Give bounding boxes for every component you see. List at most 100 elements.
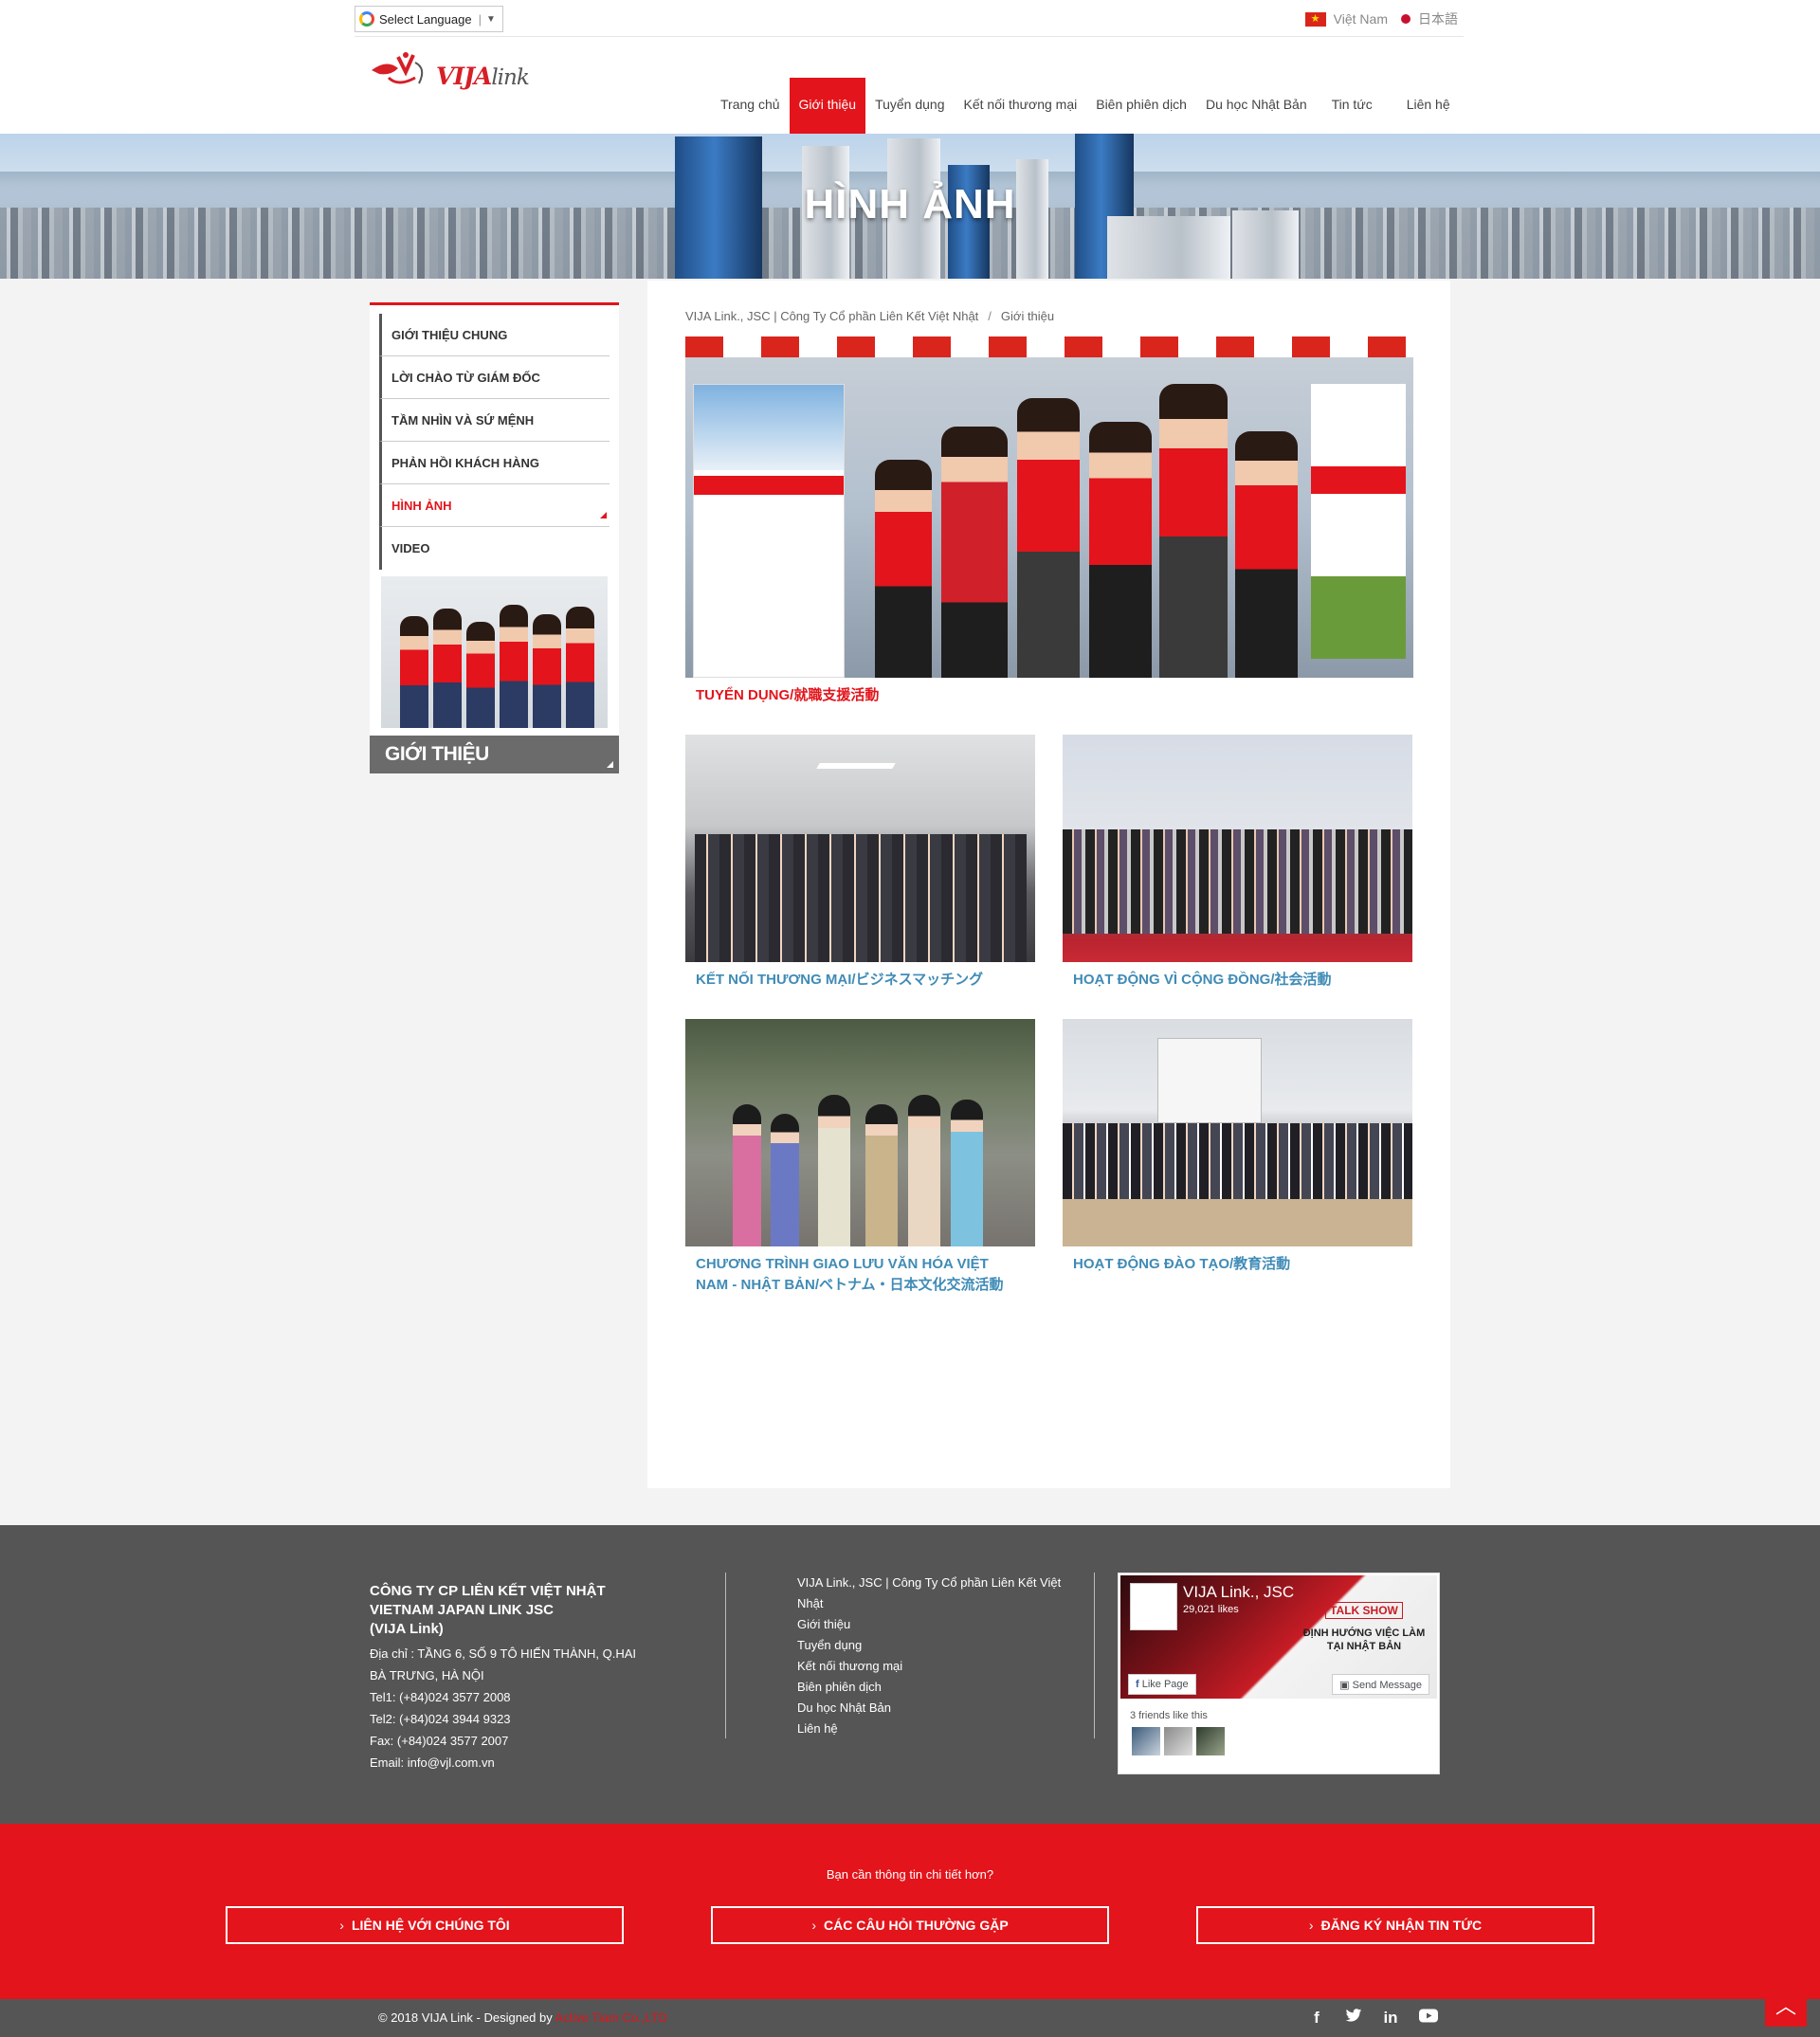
nav-item-news[interactable]: Tin tức [1322,78,1397,134]
sidebar-item-video[interactable]: VIDEO [379,527,610,570]
logo-brand: VIJA [436,63,492,90]
sidebar-item-images[interactable]: HÌNH ẢNH [379,484,610,527]
gallery-photo[interactable] [685,735,1035,962]
footer-link-trade[interactable]: Kết nối thương mại [797,1656,1082,1677]
nav-item-study-japan[interactable]: Du học Nhật Bản [1196,78,1322,134]
cta-question: Bạn cần thông tin chi tiết hơn? [826,1867,994,1882]
gallery-caption[interactable]: KẾT NỐI THƯƠNG MẠI/ビジネスマッチング [685,962,1035,991]
gallery-card[interactable]: KẾT NỐI THƯƠNG MẠI/ビジネスマッチング [685,735,1035,991]
cta-button-label: LIÊN HỆ VỚI CHÚNG TÔI [351,1918,510,1933]
sidebar-item-general-intro[interactable]: GIỚI THIỆU CHUNG [379,314,610,356]
page-title: HÌNH ẢNH [804,181,1016,227]
gallery-caption[interactable]: HOẠT ĐỘNG ĐÀO TẠO/教育活動 [1063,1246,1412,1275]
facebook-icon[interactable]: f [1308,2009,1325,2028]
friend-avatar[interactable] [1164,1727,1192,1755]
japan-flag-icon[interactable] [1401,14,1410,24]
footer-link-translation[interactable]: Biên phiên dịch [797,1677,1082,1698]
gallery-caption[interactable]: HOẠT ĐỘNG VÌ CỘNG ĐỒNG/社会活動 [1063,962,1412,991]
footer-link-recruitment[interactable]: Tuyển dụng [797,1635,1082,1656]
message-icon: ▣ [1339,1680,1353,1691]
footer-address: Địa chỉ : TẦNG 6, SỐ 9 TÔ HIẾN THÀNH, Q.… [370,1646,637,1682]
sidebar-item-customer-feedback[interactable]: PHẢN HỒI KHÁCH HÀNG [379,442,610,484]
chevron-up-icon: ︿ [1774,1994,1796,2018]
site-header: Select Language | ▼ Việt Nam 日本語 VIJAlin… [0,0,1820,134]
gallery-photo[interactable] [1063,1019,1412,1246]
region-switcher: Việt Nam 日本語 [1304,9,1458,28]
gallery-caption[interactable]: TUYỂN DỤNG/就職支援活動 [685,678,1413,706]
newsletter-button[interactable]: › ĐĂNG KÝ NHẬN TIN TỨC [1196,1906,1594,1944]
footer-company-short: (VIJA Link) [370,1621,444,1637]
sidebar: GIỚI THIỆU CHUNG LỜI CHÀO TỪ GIÁM ĐỐC TẦ… [370,302,619,773]
chevron-right-icon: › [1308,1918,1314,1933]
faq-button[interactable]: › CÁC CÂU HỎI THƯỜNG GẶP [711,1906,1109,1944]
dropdown-arrow-icon: ▼ [485,13,496,25]
footer-fax: Fax: (+84)024 3577 2007 [370,1734,509,1748]
youtube-icon[interactable] [1419,2009,1438,2028]
facebook-like-button[interactable]: f Like Page [1128,1674,1196,1695]
footer-divider [1094,1573,1095,1738]
gallery-card[interactable]: TUYỂN DỤNG/就職支援活動 [685,336,1413,706]
footer-tel2: Tel2: (+84)024 3944 9323 [370,1712,511,1726]
footer-links: VIJA Link., JSC | Công Ty Cổ phần Liên K… [797,1573,1082,1739]
footer-contact: CÔNG TY CP LIÊN KẾT VIỆT NHẬT VIETNAM JA… [370,1582,654,1773]
footer-link-about[interactable]: Giới thiệu [797,1614,1082,1635]
language-select[interactable]: Select Language | ▼ [355,6,503,32]
facebook-likes: 29,021 likes [1183,1604,1239,1615]
footer-link-study-japan[interactable]: Du học Nhật Bản [797,1698,1082,1719]
footer-email: Email: info@vjl.com.vn [370,1755,495,1770]
site-footer: CÔNG TY CP LIÊN KẾT VIỆT NHẬT VIETNAM JA… [0,1525,1820,1824]
gallery-photo[interactable] [685,1019,1035,1246]
nav-item-translation[interactable]: Biên phiên dịch [1086,78,1196,134]
footer-company-name: CÔNG TY CP LIÊN KẾT VIỆT NHẬT [370,1583,606,1599]
gallery-card[interactable]: HOẠT ĐỘNG ĐÀO TẠO/教育活動 [1063,1019,1412,1275]
facebook-page-logo[interactable] [1130,1583,1177,1630]
breadcrumb-current[interactable]: Giới thiệu [1001,309,1054,323]
breadcrumb-separator: / [988,309,992,323]
vietnam-flag-icon[interactable] [1304,11,1326,27]
gallery-photo[interactable] [1063,735,1412,962]
facebook-cover[interactable]: VIJA Link., JSC 29,021 likes TALK SHOW Đ… [1120,1575,1437,1699]
nav-item-recruitment[interactable]: Tuyển dụng [865,78,954,134]
region-vietnam-link[interactable]: Việt Nam [1334,11,1388,27]
gallery-photo[interactable] [685,336,1413,678]
friend-avatar[interactable] [1132,1727,1160,1755]
gallery-card[interactable]: CHƯƠNG TRÌNH GIAO LƯU VĂN HÓA VIỆT NAM -… [685,1019,1035,1296]
gallery-caption[interactable]: CHƯƠNG TRÌNH GIAO LƯU VĂN HÓA VIỆT NAM -… [685,1246,1035,1296]
region-japan-link[interactable]: 日本語 [1418,9,1458,28]
sidebar-item-vision-mission[interactable]: TẦM NHÌN VÀ SỨ MỆNH [379,399,610,442]
footer-link-home[interactable]: VIJA Link., JSC | Công Ty Cổ phần Liên K… [797,1573,1082,1614]
friend-avatar[interactable] [1196,1727,1225,1755]
sidebar-team-photo [381,576,608,728]
site-logo[interactable]: VIJAlink [370,49,559,95]
logo-text: VIJAlink [436,63,530,90]
facebook-cover-badge: TALK SHOW [1325,1602,1403,1619]
facebook-message-button[interactable]: ▣ Send Message [1332,1674,1429,1695]
nav-item-trade[interactable]: Kết nối thương mại [955,78,1087,134]
facebook-page-widget[interactable]: VIJA Link., JSC 29,021 likes TALK SHOW Đ… [1118,1573,1440,1774]
back-to-top-button[interactable]: ︿ [1765,1989,1807,2027]
logo-mark-icon [372,52,424,84]
linkedin-icon[interactable]: in [1382,2009,1399,2028]
contact-us-button[interactable]: › LIÊN HỆ VỚI CHÚNG TÔI [226,1906,624,1944]
gallery-card[interactable]: HOẠT ĐỘNG VÌ CỘNG ĐỒNG/社会活動 [1063,735,1412,991]
bottom-bar: © 2018 VIJA Link - Designed by Active Ti… [0,1999,1820,2037]
chevron-right-icon: › [339,1918,344,1933]
nav-item-home[interactable]: Trang chủ [711,78,790,134]
sidebar-item-director-greeting[interactable]: LỜI CHÀO TỪ GIÁM ĐỐC [379,356,610,399]
facebook-page-name[interactable]: VIJA Link., JSC [1183,1583,1294,1602]
designer-link[interactable]: Active Tiam Co.,LTD [555,2010,667,2025]
main-nav: Trang chủ Giới thiệu Tuyển dụng Kết nối … [711,78,1460,134]
cta-button-label: ĐĂNG KÝ NHẬN TIN TỨC [1320,1918,1483,1933]
facebook-message-label: Send Message [1352,1680,1422,1691]
breadcrumb-home[interactable]: VIJA Link., JSC | Công Ty Cổ phần Liên K… [685,309,978,323]
page-banner: HÌNH ẢNH [0,134,1820,279]
copyright-text: © 2018 VIJA Link - Designed by [378,2010,553,2025]
nav-item-about[interactable]: Giới thiệu [789,78,866,134]
select-divider: | [478,11,482,27]
nav-item-contact[interactable]: Liên hệ [1397,78,1460,134]
main-content: VIJA Link., JSC | Công Ty Cổ phần Liên K… [647,281,1450,1488]
footer-link-contact[interactable]: Liên hệ [797,1719,1082,1739]
footer-divider [725,1573,726,1738]
twitter-icon[interactable] [1345,2009,1362,2028]
breadcrumb: VIJA Link., JSC | Công Ty Cổ phần Liên K… [685,309,1054,323]
